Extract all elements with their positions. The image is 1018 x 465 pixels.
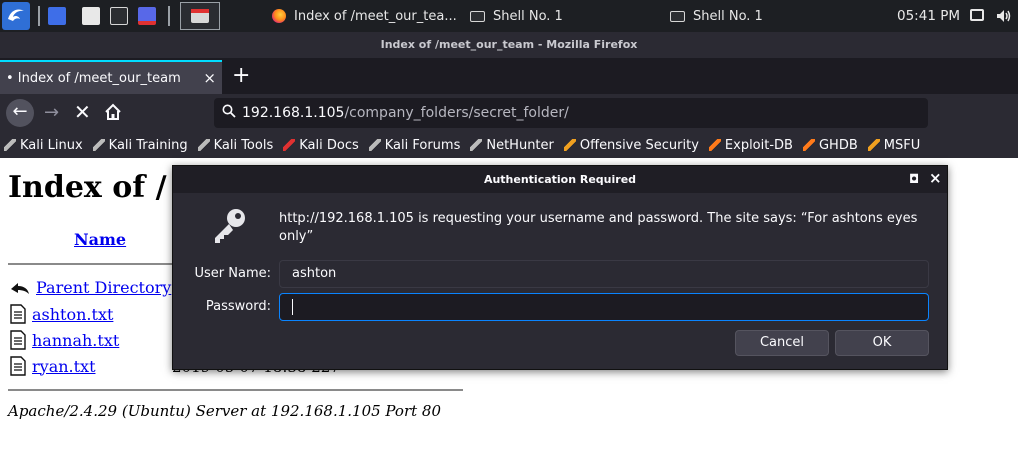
taskbar-item-shell-1[interactable]: Shell No. 1 xyxy=(470,0,563,32)
panel-separator xyxy=(168,6,170,26)
bookmark-kali-tools[interactable]: Kali Tools xyxy=(197,137,274,153)
taskbar-item-firefox[interactable]: Index of /meet_our_tea... xyxy=(272,0,457,32)
bookmarks-toolbar: Kali Linux Kali Training Kali Tools Kali… xyxy=(0,132,1018,158)
task-label: Shell No. 1 xyxy=(493,8,563,24)
bookmark-kali-linux[interactable]: Kali Linux xyxy=(4,138,83,153)
taskbar-item-shell-2[interactable]: Shell No. 1 xyxy=(670,0,763,32)
password-label: Password: xyxy=(205,299,271,314)
bookmark-label: NetHunter xyxy=(486,137,554,153)
cancel-button[interactable]: Cancel xyxy=(735,330,829,356)
nethunter-icon xyxy=(470,139,483,151)
bookmark-label: Kali Training xyxy=(108,137,188,153)
firefox-icon xyxy=(272,9,286,23)
divider xyxy=(8,263,173,265)
url-bar[interactable]: 192.168.1.105/company_folders/secret_fol… xyxy=(214,98,928,128)
list-item: ashton.txt xyxy=(10,304,113,324)
dialog-title: Authentication Required xyxy=(173,166,947,193)
text-file-icon xyxy=(10,304,26,324)
file-link-ryan[interactable]: ryan.txt xyxy=(32,357,96,376)
server-signature: Apache/2.4.29 (Ubuntu) Server at 192.168… xyxy=(8,402,442,420)
display-tray-icon[interactable] xyxy=(970,9,984,21)
text-caret xyxy=(292,298,293,315)
username-field[interactable]: ashton xyxy=(279,260,929,288)
bookmark-label: MSFU xyxy=(883,137,921,153)
tab-bar: • Index of /meet_our_team × + xyxy=(0,58,1018,94)
terminal-launcher-icon[interactable] xyxy=(110,7,128,25)
search-icon xyxy=(222,104,236,122)
stop-button[interactable]: ✕ xyxy=(74,98,91,126)
tab-index-of[interactable]: • Index of /meet_our_team × xyxy=(0,60,222,94)
file-link-hannah[interactable]: hannah.txt xyxy=(32,331,119,350)
forward-button[interactable]: → xyxy=(44,99,59,127)
ok-button[interactable]: OK xyxy=(835,330,929,356)
bookmark-label: Kali Forums xyxy=(384,137,461,153)
tab-title: • Index of /meet_our_team xyxy=(6,70,181,86)
back-arrow-icon xyxy=(11,282,29,294)
kali-menu-icon[interactable] xyxy=(2,2,30,30)
page-heading: Index of / xyxy=(8,170,167,205)
close-icon[interactable]: × xyxy=(929,169,942,187)
text-file-icon xyxy=(10,330,26,350)
column-header-name[interactable]: Name xyxy=(74,230,126,249)
back-button[interactable]: ← xyxy=(6,99,34,127)
list-item: ryan.txt xyxy=(10,356,96,376)
bookmark-kali-forums[interactable]: Kali Forums xyxy=(368,137,461,153)
url-path: /company_folders/secret_folder/ xyxy=(344,105,569,121)
offsec-icon xyxy=(563,139,576,151)
kali-dragon-icon xyxy=(197,139,210,151)
parent-directory-link[interactable]: Parent Directory xyxy=(36,278,171,297)
bookmark-kali-docs[interactable]: Kali Docs xyxy=(283,138,359,153)
restore-icon[interactable]: ◘ xyxy=(909,172,919,186)
bookmark-label: Exploit-DB xyxy=(724,137,793,153)
workspace-icon[interactable] xyxy=(48,7,66,25)
authentication-dialog: Authentication Required ◘ × http://192.1… xyxy=(172,165,948,370)
volume-icon[interactable] xyxy=(996,9,1011,22)
bookmark-label: GHDB xyxy=(818,137,858,153)
bookmark-label: Kali Linux xyxy=(20,137,83,153)
window-title: Index of /meet_our_team - Mozilla Firefo… xyxy=(0,32,1018,58)
clock[interactable]: 05:41 PM xyxy=(897,0,960,32)
divider xyxy=(8,389,463,391)
bookmark-nethunter[interactable]: NetHunter xyxy=(470,138,554,153)
exploit-db-icon xyxy=(708,139,721,151)
panel-separator xyxy=(38,6,40,26)
file-link-ashton[interactable]: ashton.txt xyxy=(32,305,113,324)
terminal-icon xyxy=(470,10,485,22)
bookmark-ghdb[interactable]: GHDB xyxy=(802,137,858,153)
new-tab-button[interactable]: + xyxy=(232,64,250,88)
username-label: User Name: xyxy=(194,266,272,281)
bookmark-kali-training[interactable]: Kali Training xyxy=(92,137,188,153)
list-item: Parent Directory xyxy=(10,278,171,297)
password-field[interactable] xyxy=(279,293,929,321)
bookmark-label: Offensive Security xyxy=(579,137,699,153)
bookmark-exploit-db[interactable]: Exploit-DB xyxy=(708,137,793,153)
list-item: hannah.txt xyxy=(10,330,119,350)
msfu-icon xyxy=(867,139,880,151)
bookmark-msfu[interactable]: MSFU xyxy=(867,137,921,153)
bookmark-label: Kali Docs xyxy=(299,137,359,153)
kali-dragon-icon xyxy=(368,139,381,151)
kali-dragon-icon xyxy=(92,139,105,151)
terminal-icon xyxy=(670,10,685,22)
url-host: 192.168.1.105 xyxy=(242,105,345,121)
kali-docs-icon xyxy=(283,139,296,151)
bookmark-offensive-security[interactable]: Offensive Security xyxy=(563,137,699,153)
ghdb-icon xyxy=(802,139,815,151)
file-manager-icon[interactable] xyxy=(82,7,100,25)
task-label: Index of /meet_our_tea... xyxy=(294,8,457,24)
screen-icon[interactable] xyxy=(138,7,156,25)
top-panel: Index of /meet_our_tea... Shell No. 1 Sh… xyxy=(0,0,1018,32)
auth-message: http://192.168.1.105 is requesting your … xyxy=(279,211,918,244)
bookmark-label: Kali Tools xyxy=(213,137,274,153)
navigation-toolbar: ← → ✕ 192.168.1.105/company_folders/secr… xyxy=(0,94,1018,132)
home-icon[interactable] xyxy=(104,103,122,125)
kali-dragon-icon xyxy=(4,139,16,151)
firefox-launcher-icon[interactable] xyxy=(180,2,220,30)
key-icon xyxy=(209,206,249,250)
text-file-icon xyxy=(10,356,26,376)
task-label: Shell No. 1 xyxy=(693,8,763,24)
close-tab-icon[interactable]: × xyxy=(203,69,216,87)
